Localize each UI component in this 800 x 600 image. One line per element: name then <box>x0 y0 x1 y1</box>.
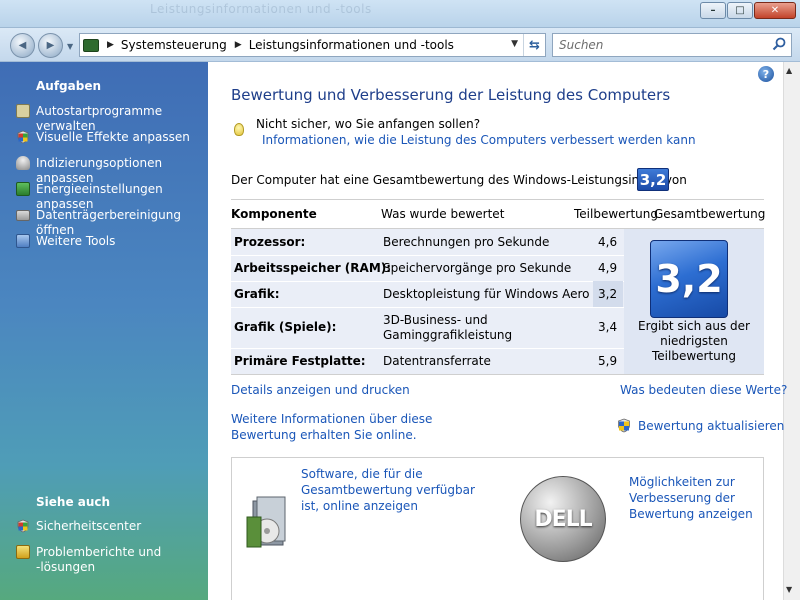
details-print-link[interactable]: Details anzeigen und drucken <box>231 382 410 398</box>
breadcrumb-systemsteuerung[interactable]: Systemsteuerung <box>121 38 227 52</box>
refresh-button[interactable]: ⇆ <box>523 34 545 56</box>
row-separator <box>231 348 624 349</box>
table-row-component: Primäre Festplatte: <box>234 354 366 368</box>
row-separator <box>231 255 624 256</box>
scroll-down-icon[interactable]: ▼ <box>786 585 792 594</box>
forward-arrow-icon: ▶ <box>46 40 55 51</box>
search-placeholder: Suchen <box>559 38 604 52</box>
search-input[interactable]: Suchen <box>552 33 792 57</box>
total-score-caption: Ergibt sich aus der niedrigsten Teilbewe… <box>638 319 750 363</box>
dell-logo: DELL <box>520 476 606 562</box>
back-arrow-icon: ◀ <box>18 40 27 51</box>
forward-button[interactable]: ▶ <box>38 33 63 58</box>
divider <box>231 199 764 200</box>
table-row-component: Prozessor: <box>234 235 306 249</box>
scroll-up-icon[interactable]: ▲ <box>786 66 792 75</box>
available-software-link[interactable]: Software, die für die Gesamtbewertung ve… <box>301 466 486 514</box>
column-header-rated: Was wurde bewertet <box>381 207 505 221</box>
refresh-score-link[interactable]: Bewertung aktualisieren <box>638 418 784 434</box>
shield-icon <box>17 130 29 144</box>
total-score-tile: 3,2 <box>650 240 728 318</box>
page-title: Bewertung und Verbesserung der Leistung … <box>231 86 671 104</box>
table-row-score: 3,4 <box>598 320 618 334</box>
task-label: Weitere Tools <box>36 234 116 248</box>
task-label: Visuelle Effekte anpassen <box>36 130 190 144</box>
task-visual-effects[interactable]: Visuelle Effekte anpassen <box>16 130 206 145</box>
hint-question: Nicht sicher, wo Sie anfangen sollen? <box>256 117 481 131</box>
breadcrumb-separator-icon[interactable]: ▶ <box>235 40 242 50</box>
improve-score-link[interactable]: Möglichkeiten zur Verbesserung der Bewer… <box>629 474 754 522</box>
table-row-score: 4,9 <box>598 261 618 275</box>
improve-performance-link[interactable]: Informationen, wie die Leistung des Comp… <box>262 133 696 147</box>
search-icon[interactable] <box>772 37 786 51</box>
more-info-online-link[interactable]: Weitere Informationen über diese Bewertu… <box>231 411 481 443</box>
table-row-rated: Berechnungen pro Sekunde <box>383 235 550 249</box>
table-row-component: Grafik: <box>234 287 280 301</box>
table-row-component: Arbeitsspeicher (RAM): <box>234 261 392 275</box>
lightbulb-icon <box>234 123 244 136</box>
table-row-rated: Speichervorgänge pro Sekunde <box>383 261 572 275</box>
overall-score-sentence: Der Computer hat eine Gesamtbewertung de… <box>231 173 687 187</box>
divider <box>231 374 764 375</box>
row-separator <box>231 281 624 282</box>
table-row-rated: Desktopleistung für Windows Aero <box>383 287 590 301</box>
column-header-component: Komponente <box>231 207 317 221</box>
startup-icon <box>16 104 30 118</box>
control-panel-icon <box>83 38 99 52</box>
see-also-security-center[interactable]: Sicherheitscenter <box>16 519 206 534</box>
close-button[interactable]: ✕ <box>754 2 796 19</box>
table-row-rated: Datentransferrate <box>383 354 491 368</box>
security-center-icon <box>17 519 29 533</box>
power-icon <box>16 182 30 196</box>
back-button[interactable]: ◀ <box>10 33 35 58</box>
what-values-mean-link[interactable]: Was bedeuten diese Werte? <box>620 382 787 398</box>
breadcrumb-leistungsinformationen[interactable]: Leistungsinformationen und -tools <box>249 38 454 52</box>
see-also-label: Sicherheitscenter <box>36 519 142 533</box>
window-controls: – □ ✕ <box>699 2 796 19</box>
address-dropdown-icon[interactable]: ▼ <box>511 39 518 49</box>
breadcrumb-separator-icon[interactable]: ▶ <box>107 40 114 50</box>
recent-pages-dropdown[interactable]: ▼ <box>67 42 73 51</box>
disk-cleanup-icon <box>16 210 30 221</box>
see-also-problem-reports[interactable]: Problemberichte und -lösungen <box>16 545 206 575</box>
help-icon[interactable]: ? <box>758 66 774 82</box>
table-row-rated: 3D-Business- und Gaminggrafikleistung <box>383 313 513 342</box>
title-bar: Leistungsinformationen und -tools – □ ✕ <box>0 0 800 28</box>
window-title: Leistungsinformationen und -tools <box>150 2 372 16</box>
column-header-total: Gesamtbewertung <box>654 207 766 221</box>
table-row-score: 4,6 <box>598 235 618 249</box>
table-row-component: Grafik (Spiele): <box>234 320 337 334</box>
table-row-score: 5,9 <box>598 354 618 368</box>
tasks-heading: Aufgaben <box>36 79 102 93</box>
column-header-subscore: Teilbewertung <box>574 207 659 221</box>
task-more-tools[interactable]: Weitere Tools <box>16 234 206 249</box>
maximize-button[interactable]: □ <box>727 2 753 19</box>
table-row-score: 3,2 <box>598 287 618 301</box>
see-also-label: Problemberichte und -lösungen <box>36 545 162 574</box>
row-separator <box>231 307 624 308</box>
overall-score-badge: 3,2 <box>637 168 669 191</box>
address-bar[interactable]: ▶ Systemsteuerung ▶ Leistungsinformation… <box>79 33 546 57</box>
uac-shield-icon <box>618 418 630 433</box>
vertical-scrollbar[interactable]: ▲ ▼ <box>783 62 800 600</box>
see-also-heading: Siehe auch <box>36 495 111 509</box>
task-pane: Aufgaben Autostartprogramme verwalten Vi… <box>0 62 208 600</box>
navigation-bar: ◀ ▶ ▼ ▶ Systemsteuerung ▶ Leistungsinfor… <box>0 28 800 62</box>
problem-reports-icon <box>16 545 30 559</box>
indexing-icon <box>16 156 30 170</box>
minimize-button[interactable]: – <box>700 2 726 19</box>
software-box-icon <box>246 496 286 548</box>
tools-icon <box>16 234 30 248</box>
refresh-icon: ⇆ <box>529 37 540 53</box>
